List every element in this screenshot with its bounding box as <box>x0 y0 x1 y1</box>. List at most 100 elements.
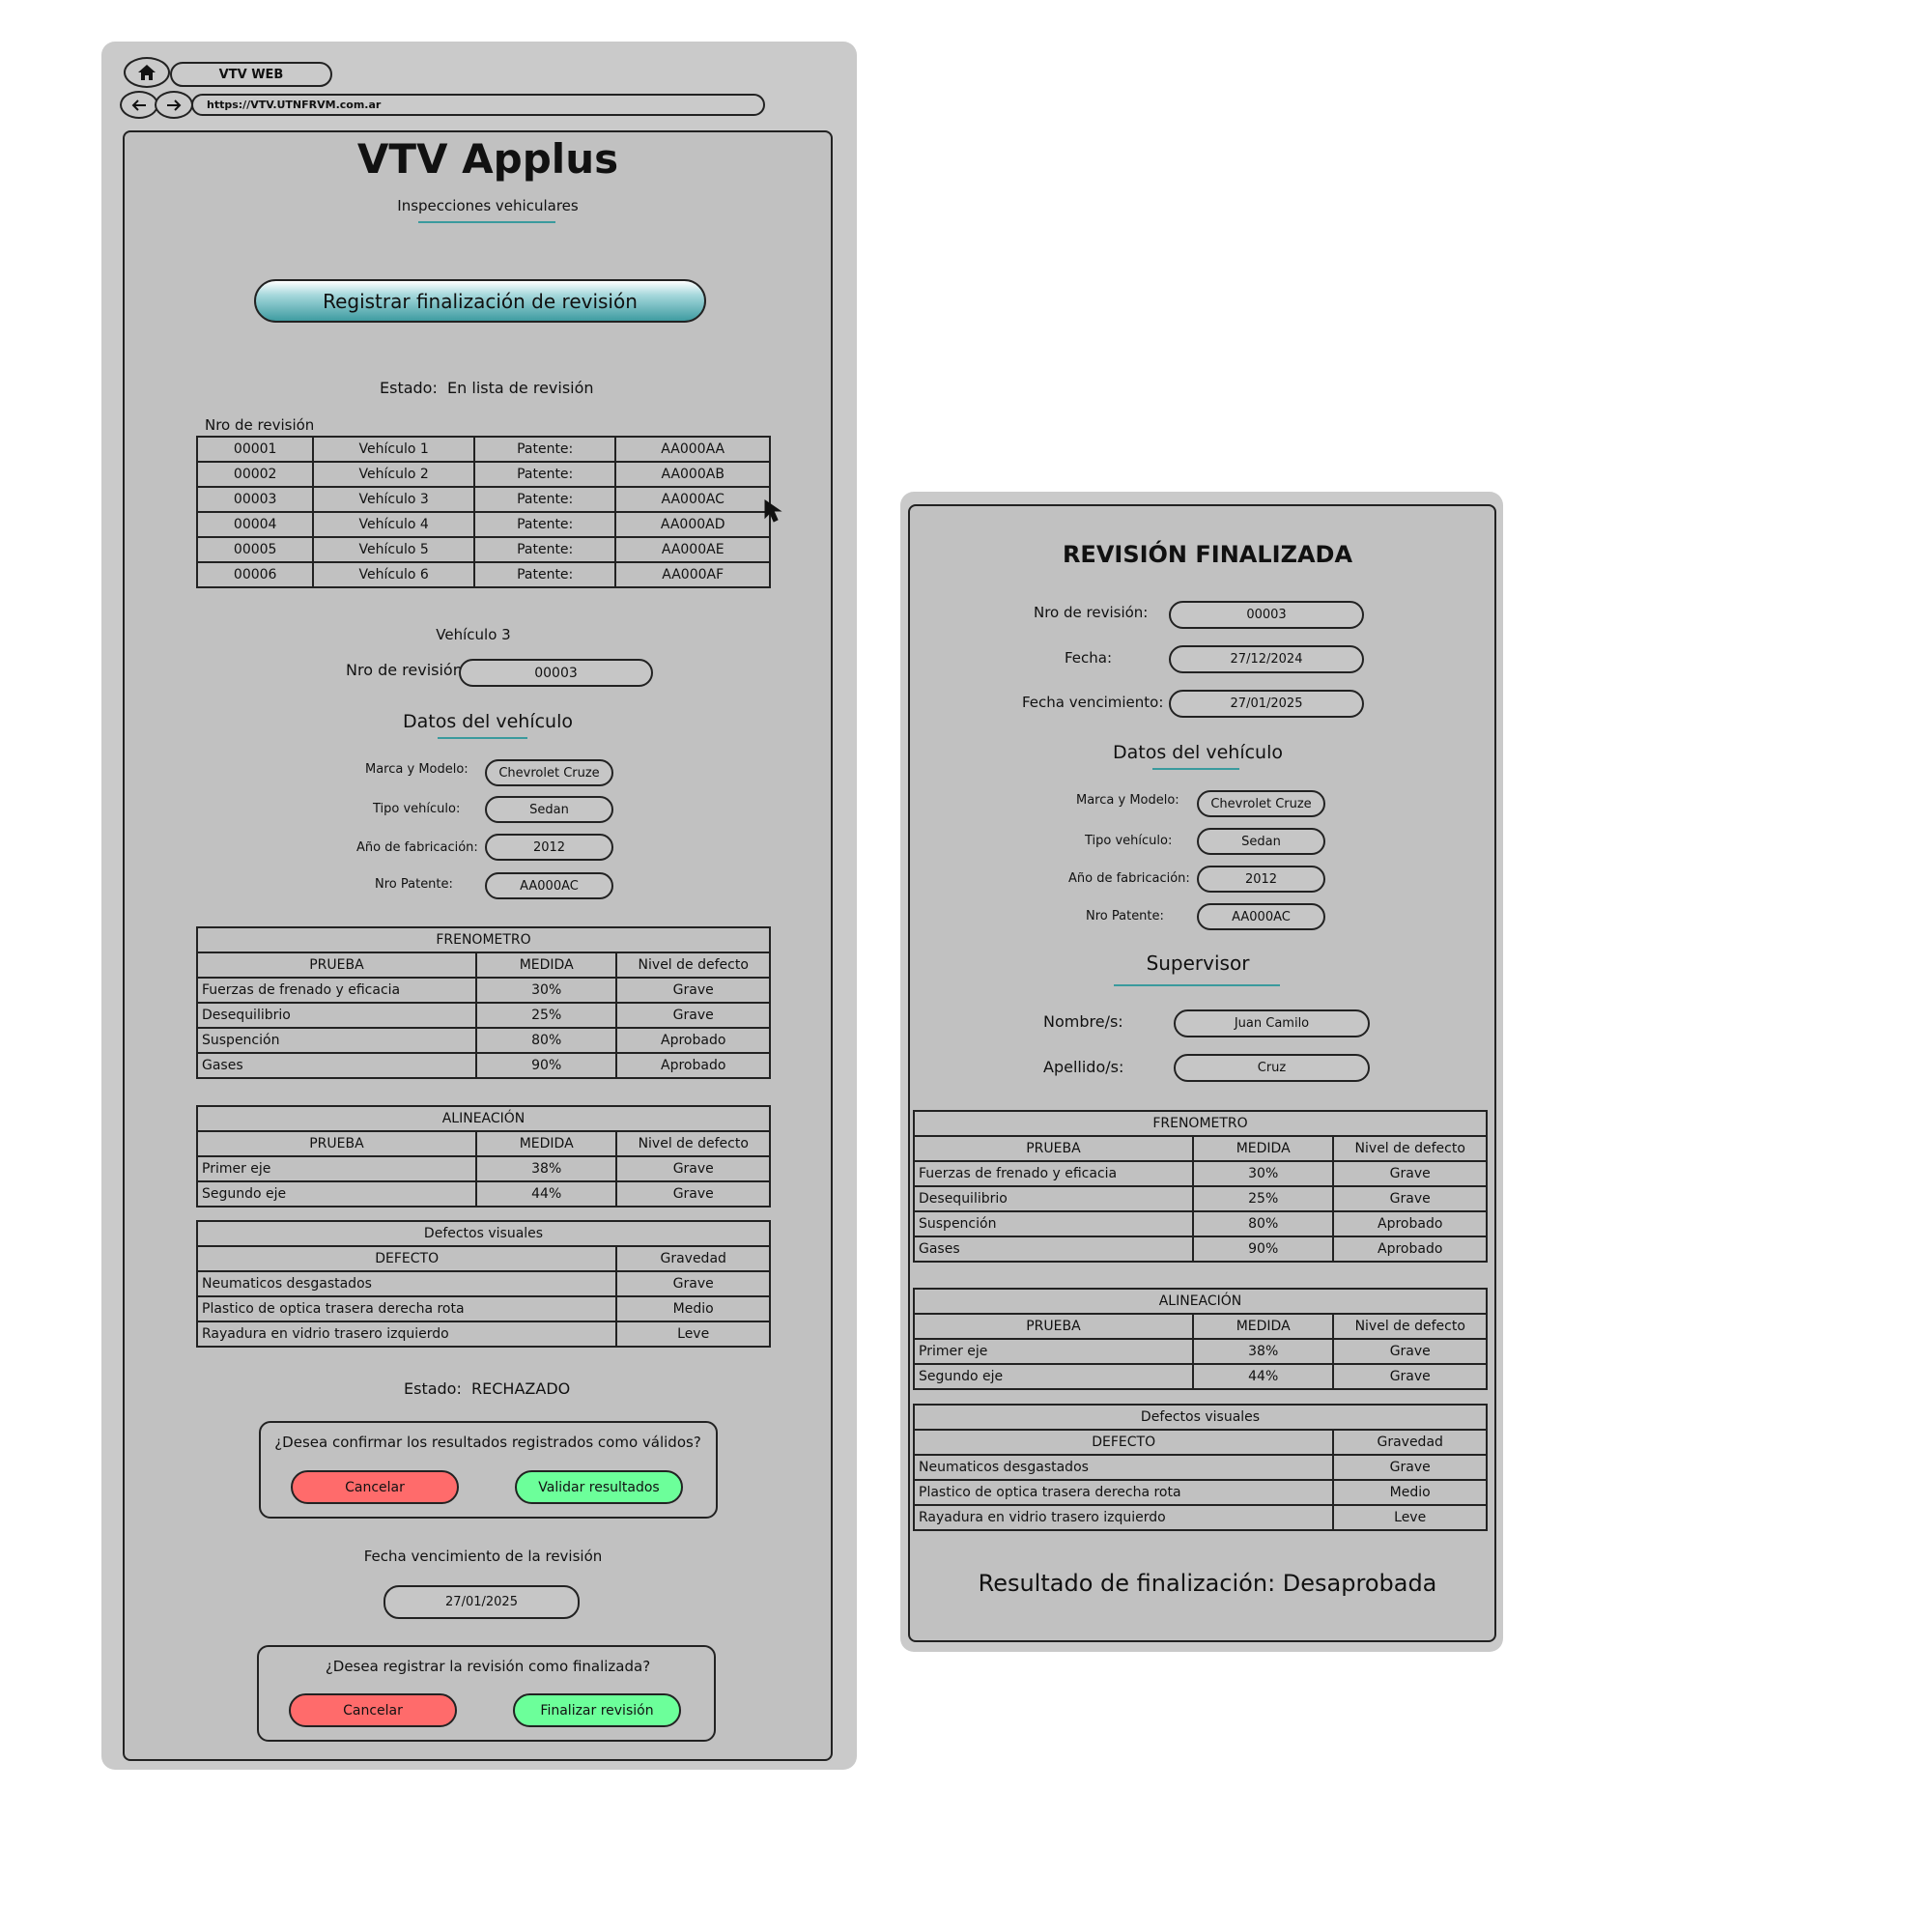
result-patente-field[interactable]: AA000AC <box>1197 903 1325 930</box>
supervisor-title: Supervisor <box>1146 952 1250 975</box>
forward-button[interactable] <box>155 91 193 119</box>
frenometro-cell: Grave <box>615 977 771 1004</box>
supervisor-apellido-field[interactable]: Cruz <box>1174 1054 1370 1082</box>
nro-revision-field[interactable]: 00003 <box>459 659 653 687</box>
revision-row[interactable]: 00004 Vehículo 4 Patente: AA000AD <box>195 511 771 538</box>
result-frenometro-header-row: PRUEBA MEDIDA Nivel de defecto <box>913 1135 1488 1162</box>
result-marca-field[interactable]: Chevrolet Cruze <box>1197 790 1325 817</box>
result-fecha-field[interactable]: 27/12/2024 <box>1169 645 1364 673</box>
supervisor-nombre-field[interactable]: Juan Camilo <box>1174 1009 1370 1037</box>
result-defectos-row: Neumaticos desgastados Grave <box>912 1454 1488 1481</box>
register-finalization-button[interactable]: Registrar finalización de revisión <box>254 279 706 323</box>
home-icon <box>138 65 156 80</box>
tipo-field[interactable]: Sedan <box>485 796 613 823</box>
result-frenometro-cell: Aprobado <box>1332 1236 1488 1263</box>
result-frenometro-cell: Grave <box>1332 1160 1488 1187</box>
frenometro-row: Fuerzas de frenado y eficacia 30% Grave <box>196 977 771 1004</box>
frenometro-title: FRENOMETRO <box>196 926 771 953</box>
frenometro-cell: Desequilibrio <box>196 1002 477 1029</box>
result-nro-field[interactable]: 00003 <box>1169 601 1364 629</box>
revision-number: 00006 <box>195 561 315 588</box>
estado2-row: Estado: RECHAZADO <box>404 1379 570 1398</box>
result-alineacion-header: Nivel de defecto <box>1332 1313 1488 1340</box>
result-frenometro-cell: Gases <box>913 1236 1194 1263</box>
frenometro-table: FRENOMETRO PRUEBA MEDIDA Nivel de defecto Fu… <box>196 926 771 1079</box>
frenometro-header: Nivel de defecto <box>615 952 771 979</box>
result-alineacion-cell: Primer eje <box>913 1338 1194 1365</box>
tab-title: VTV WEB <box>218 67 284 82</box>
browser-tab[interactable]: VTV WEB <box>170 62 332 87</box>
revision-number: 00001 <box>195 436 315 463</box>
result-anio-field[interactable]: 2012 <box>1197 866 1325 893</box>
defectos-cell: Medio <box>615 1295 771 1322</box>
defectos-title: Defectos visuales <box>196 1220 771 1247</box>
result-tipo-field[interactable]: Sedan <box>1197 828 1325 855</box>
result-alineacion-cell: Grave <box>1332 1338 1488 1365</box>
anio-field[interactable]: 2012 <box>485 834 613 861</box>
frenometro-row: Suspención 80% Aprobado <box>196 1027 771 1054</box>
result-frenometro-cell: 25% <box>1191 1185 1335 1212</box>
frenometro-cell: Gases <box>196 1052 477 1079</box>
home-button[interactable] <box>124 57 170 88</box>
alineacion-header: MEDIDA <box>474 1130 618 1157</box>
revision-patente-label: Patente: <box>472 486 617 513</box>
revision-vehicle: Vehículo 5 <box>312 536 475 563</box>
result-alineacion-row: Segundo eje 44% Grave <box>913 1363 1488 1390</box>
url-bar[interactable]: https://VTV.UTNFRVM.com.ar <box>191 94 765 116</box>
result-frenometro-title: FRENOMETRO <box>913 1110 1488 1137</box>
finalize-cancel-button[interactable]: Cancelar <box>289 1693 457 1727</box>
frenometro-cell: 25% <box>474 1002 618 1029</box>
revision-patente-label: Patente: <box>472 461 617 488</box>
defectos-row: Rayadura en vidrio trasero izquierdo Leve <box>195 1321 771 1348</box>
validate-results-button[interactable]: Validar resultados <box>515 1470 683 1504</box>
revision-row[interactable]: 00006 Vehículo 6 Patente: AA000AF <box>195 561 771 588</box>
confirm-question: ¿Desea confirmar los resultados registra… <box>274 1434 701 1451</box>
confirm-cancel-button[interactable]: Cancelar <box>291 1470 459 1504</box>
finalize-revision-button[interactable]: Finalizar revisión <box>513 1693 681 1727</box>
revision-row[interactable]: 00001 Vehículo 1 Patente: AA000AA <box>195 436 771 463</box>
frenometro-cell: Aprobado <box>615 1052 771 1079</box>
alineacion-header: PRUEBA <box>196 1130 477 1157</box>
result-defectos-header: DEFECTO <box>912 1429 1335 1456</box>
revision-vehicle: Vehículo 1 <box>312 436 475 463</box>
result-frenometro-row: Fuerzas de frenado y eficacia 30% Grave <box>913 1160 1488 1187</box>
back-button[interactable] <box>120 91 158 119</box>
result-defectos-title-row: Defectos visuales <box>913 1404 1488 1431</box>
result-venc-field[interactable]: 27/01/2025 <box>1169 690 1364 718</box>
result-alineacion-title: ALINEACIÓN <box>913 1288 1488 1315</box>
revision-row[interactable]: 00003 Vehículo 3 Patente: AA000AC <box>195 486 771 513</box>
finalize-revision-label: Finalizar revisión <box>540 1702 654 1719</box>
result-defectos-cell: Neumaticos desgastados <box>912 1454 1335 1481</box>
frenometro-header: PRUEBA <box>196 952 477 979</box>
result-frenometro-title-row: FRENOMETRO <box>913 1110 1488 1137</box>
nro-revision-label: Nro de revisión: <box>346 661 469 679</box>
vencimiento-field[interactable]: 27/01/2025 <box>384 1585 580 1619</box>
defectos-row: Neumaticos desgastados Grave <box>195 1270 771 1297</box>
selected-vehicle: Vehículo 3 <box>436 626 511 643</box>
alineacion-row: Primer eje 38% Grave <box>196 1155 771 1182</box>
result-frenometro-cell: 90% <box>1191 1236 1335 1263</box>
alineacion-header-row: PRUEBA MEDIDA Nivel de defecto <box>196 1130 771 1157</box>
result-frenometro-header: Nivel de defecto <box>1332 1135 1488 1162</box>
revision-patente: AA000AA <box>614 436 771 463</box>
revision-patente: AA000AC <box>614 486 771 513</box>
revision-number: 00004 <box>195 511 315 538</box>
revision-row[interactable]: 00005 Vehículo 5 Patente: AA000AE <box>195 536 771 563</box>
result-frenometro-cell: Grave <box>1332 1185 1488 1212</box>
result-alineacion-header: MEDIDA <box>1191 1313 1335 1340</box>
mouse-cursor-icon <box>764 499 782 523</box>
defectos-table: Defectos visuales DEFECTO Gravedad Neumatic… <box>195 1220 771 1348</box>
marca-field[interactable]: Chevrolet Cruze <box>485 759 613 786</box>
result-alineacion-table: ALINEACIÓN PRUEBA MEDIDA Nivel de defecto Pr… <box>913 1288 1488 1390</box>
patente-field[interactable]: AA000AC <box>485 872 613 899</box>
revision-row[interactable]: 00002 Vehículo 2 Patente: AA000AB <box>195 461 771 488</box>
marca-label: Marca y Modelo: <box>365 762 469 777</box>
frenometro-header: MEDIDA <box>474 952 618 979</box>
defectos-cell: Grave <box>615 1270 771 1297</box>
result-frenometro-cell: Desequilibrio <box>913 1185 1194 1212</box>
alineacion-cell: 44% <box>474 1180 618 1208</box>
result-defectos-row: Plastico de optica trasera derecha rota M… <box>912 1479 1488 1506</box>
register-finalization-label: Registrar finalización de revisión <box>323 289 638 313</box>
revision-number: 00002 <box>195 461 315 488</box>
alineacion-table: ALINEACIÓN PRUEBA MEDIDA Nivel de defecto Pr… <box>196 1105 771 1208</box>
